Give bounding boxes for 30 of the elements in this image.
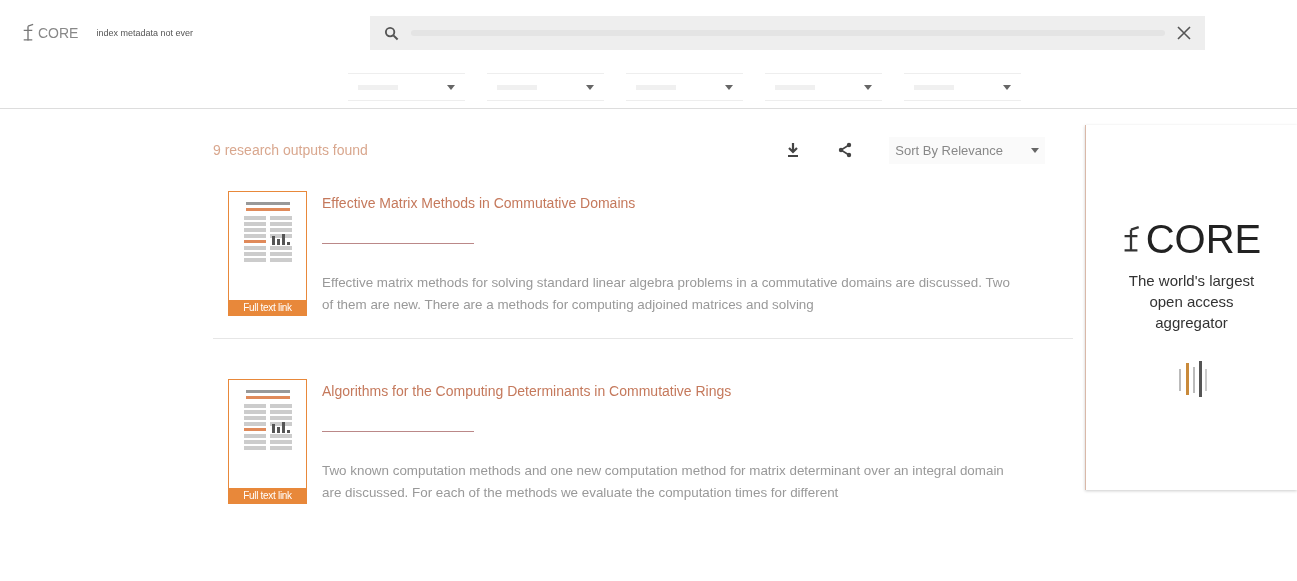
sort-dropdown[interactable]: Sort By Relevance: [889, 136, 1045, 164]
caret-icon: [1003, 84, 1011, 90]
caret-icon: [864, 84, 872, 90]
caret-icon: [1031, 147, 1039, 153]
search-field[interactable]: [370, 16, 1205, 50]
abstract: Two known computation methods and one new computation method for matrix determinant over an integral domain are discussed. For each of the methods we evaluate the computation times for different: [322, 462, 1005, 502]
filter-dropdown[interactable]: [487, 73, 604, 101]
filter-dropdown[interactable]: [765, 73, 882, 101]
ad-banner[interactable]: CORE The world's largest open access aggregator: [1085, 125, 1297, 490]
filter-dropdown[interactable]: [348, 73, 465, 101]
result-title[interactable]: Effective Matrix Methods in Commutative Domains: [322, 195, 636, 211]
filter-dropdown[interactable]: [904, 73, 1021, 101]
bars-icon: [1176, 359, 1207, 399]
result-title[interactable]: Algorithms for the Computing Determinants in Commutative Rings: [322, 383, 732, 399]
filter-dropdown[interactable]: [626, 73, 743, 101]
close-icon[interactable]: [1177, 26, 1191, 40]
ad-logo-text: CORE: [1145, 217, 1262, 262]
logo-text[interactable]: CORE: [38, 25, 79, 41]
tagline: index metadata not ever: [96, 28, 193, 38]
full-text-badge[interactable]: Full text link: [229, 488, 306, 503]
ad-tagline: The world's largest open access aggregator: [1127, 271, 1256, 333]
logo-icon: [22, 23, 34, 43]
caret-icon: [586, 84, 594, 90]
caret-icon: [447, 84, 455, 90]
caret-icon: [725, 84, 733, 90]
abstract: Effective matrix methods for solving standard linear algebra problems in a commutative domains are discussed. Two of them are new. There are a methods for computing adjoined matrices and solving: [322, 274, 1011, 314]
full-text-badge[interactable]: Full text link: [229, 300, 306, 315]
search-icon: [384, 25, 399, 41]
share-icon[interactable]: [837, 142, 854, 158]
results-count: 9 research outputs found: [213, 142, 368, 158]
